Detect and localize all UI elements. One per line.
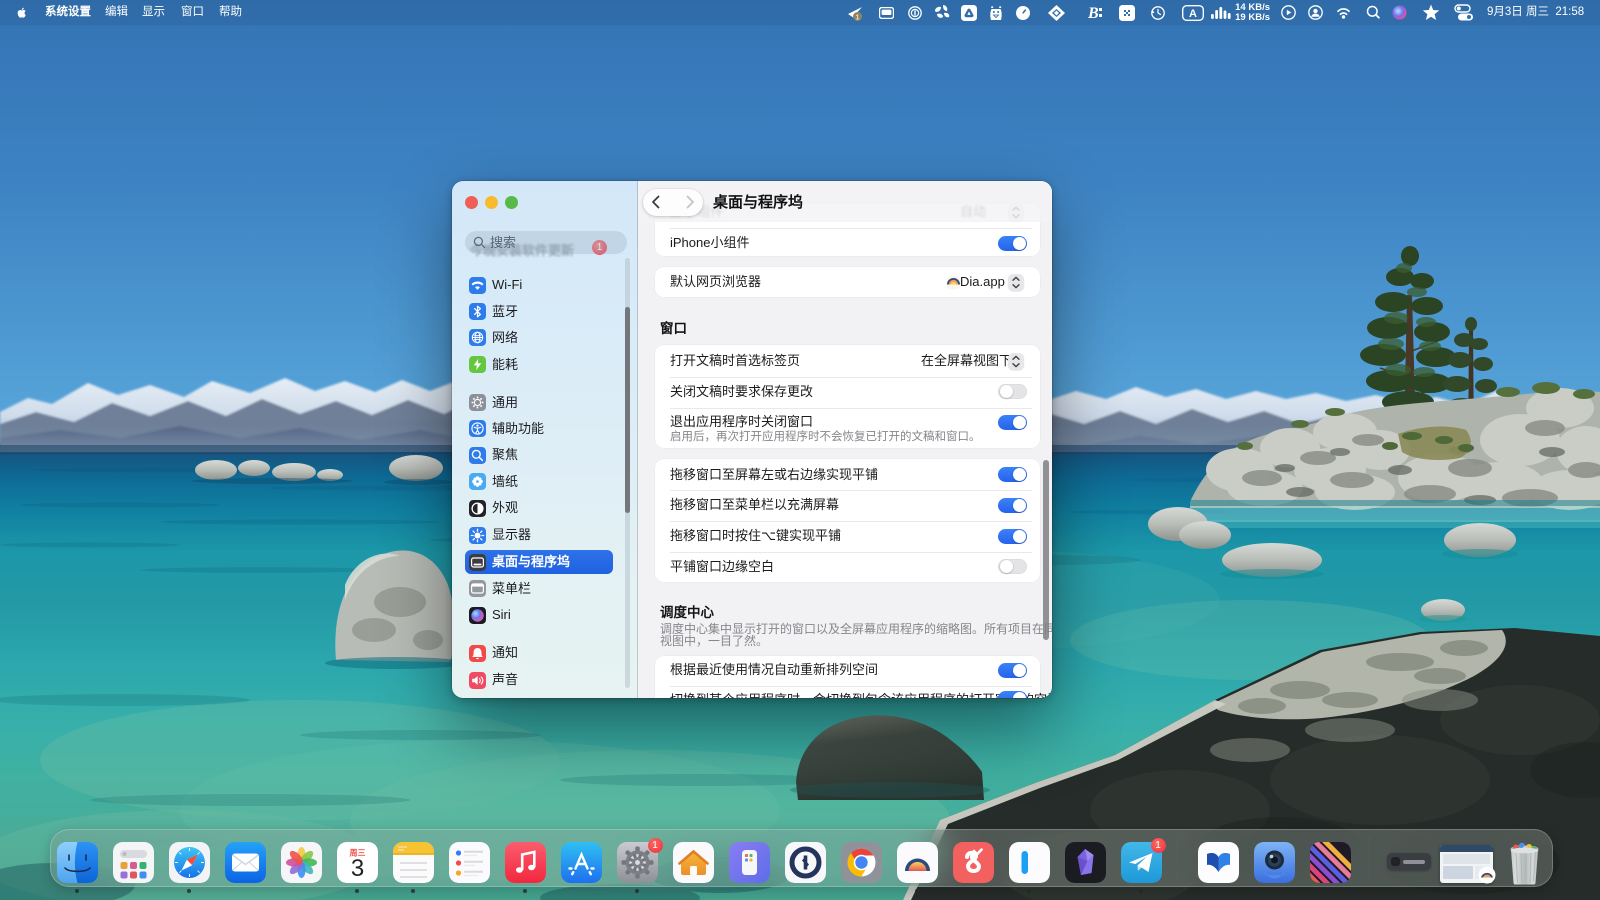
svg-text:B: B — [1088, 5, 1099, 21]
svg-text:1: 1 — [856, 15, 860, 22]
svg-text:A: A — [1189, 8, 1197, 20]
svg-text:3: 3 — [350, 855, 363, 882]
